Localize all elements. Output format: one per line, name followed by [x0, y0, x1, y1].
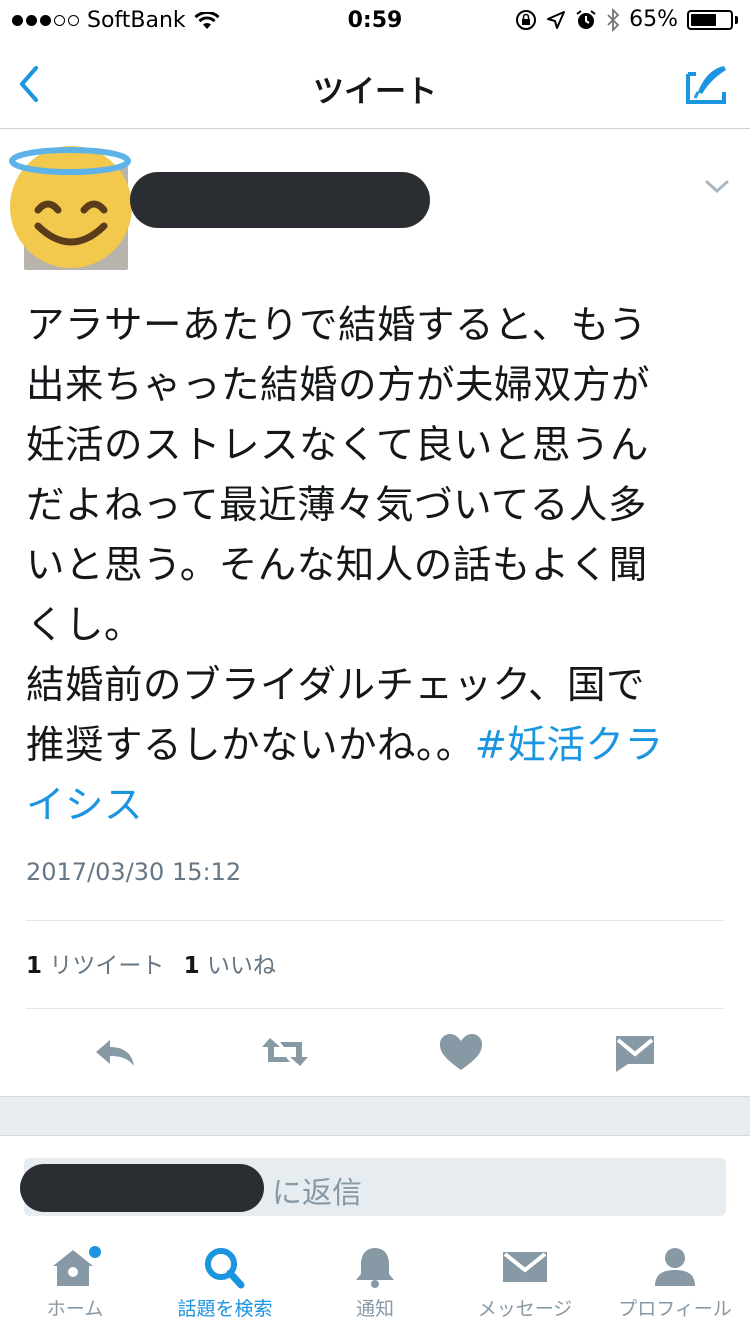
tab-messages-label: メッセージ	[477, 1298, 573, 1320]
tweet-line: だよねって最近薄々気づいてる人多	[26, 483, 647, 528]
like-label: いいね	[206, 953, 276, 979]
bluetooth-icon	[607, 7, 620, 32]
alarm-clock-icon	[576, 9, 596, 29]
tweet-line: 妊活のストレスなくて良いと思うん	[26, 423, 649, 468]
tab-profile[interactable]: プロフィール	[600, 1244, 750, 1334]
carrier-name: SoftBank	[87, 8, 186, 33]
tab-notifications[interactable]: 通知	[300, 1244, 450, 1334]
tab-notifications-label: 通知	[355, 1298, 394, 1320]
location-arrow-icon	[547, 10, 566, 29]
retweet-label: リツイート	[49, 953, 165, 979]
tweet-stats: 1 リツイート 1 いいね	[26, 946, 288, 980]
tweet-line: くし。	[26, 603, 144, 648]
tab-messages[interactable]: メッセージ	[450, 1244, 600, 1334]
battery-percent: 65%	[629, 7, 678, 32]
profile-icon	[655, 1248, 695, 1286]
search-icon	[205, 1248, 245, 1289]
battery-fill	[691, 13, 716, 26]
tab-home-label: ホーム	[46, 1298, 104, 1320]
tweet-timestamp: 2017/03/30 15:12	[26, 858, 242, 886]
tweet-line-text: 推奨するしかないかね。。	[26, 723, 475, 768]
status-left: SoftBank	[12, 8, 220, 33]
tweet-line: 出来ちゃった結婚の方が夫婦双方が	[26, 363, 651, 408]
section-separator	[0, 1096, 750, 1136]
tweet-line: いと思う。そんな知人の話もよく聞	[26, 543, 648, 588]
status-bar: SoftBank 0:59 65%	[0, 0, 750, 40]
tab-search[interactable]: 話題を検索	[150, 1244, 300, 1334]
tweet-text: アラサーあたりで結婚すると、もう 出来ちゃった結婚の方が夫婦双方が 妊活のストレ…	[26, 296, 726, 836]
like-heart-icon[interactable]	[436, 1030, 486, 1074]
envelope-icon	[503, 1252, 547, 1282]
reply-placeholder: に返信	[272, 1176, 362, 1211]
tab-home[interactable]: ホーム	[0, 1244, 150, 1334]
wifi-icon	[194, 11, 220, 29]
rotation-lock-icon	[516, 9, 537, 30]
chevron-left-icon[interactable]	[10, 60, 50, 108]
divider	[26, 920, 724, 921]
hashtag-link[interactable]: #妊活クラ	[475, 723, 664, 768]
halo-icon	[9, 147, 131, 175]
tab-profile-label: プロフィール	[618, 1298, 732, 1320]
navigation-bar: ツイート	[0, 40, 750, 129]
tab-search-label: 話題を検索	[177, 1298, 273, 1320]
battery-tip	[735, 15, 738, 24]
chevron-down-icon[interactable]	[704, 178, 730, 196]
tweet-line: アラサーあたりで結婚すると、もう	[26, 303, 648, 348]
page-title: ツイート	[313, 74, 437, 110]
retweet-icon[interactable]	[260, 1030, 310, 1074]
compose-icon[interactable]	[684, 62, 730, 106]
battery-icon	[687, 9, 733, 30]
redacted-username[interactable]	[130, 172, 430, 228]
reply-icon[interactable]	[90, 1030, 140, 1074]
redacted-reply-recipient	[20, 1164, 264, 1212]
retweet-count-link[interactable]: 1 リツイート	[26, 953, 164, 979]
tweet-line-last: 推奨するしかないかね。。#妊活クラ	[26, 716, 726, 776]
like-count: 1	[183, 953, 200, 979]
home-icon	[53, 1246, 101, 1286]
like-count-link[interactable]: 1 いいね	[184, 953, 276, 979]
tweet-line-hashtag: イシス	[26, 776, 726, 836]
direct-message-icon[interactable]	[610, 1030, 660, 1074]
divider	[26, 1008, 724, 1009]
signal-strength-icon	[12, 15, 79, 26]
retweet-count: 1	[26, 953, 43, 979]
bell-icon	[356, 1248, 394, 1288]
hashtag-link-continued[interactable]: イシス	[26, 783, 143, 828]
tweet-line: 結婚前のブライダルチェック、国で	[26, 663, 645, 708]
status-right: 65%	[515, 7, 738, 32]
